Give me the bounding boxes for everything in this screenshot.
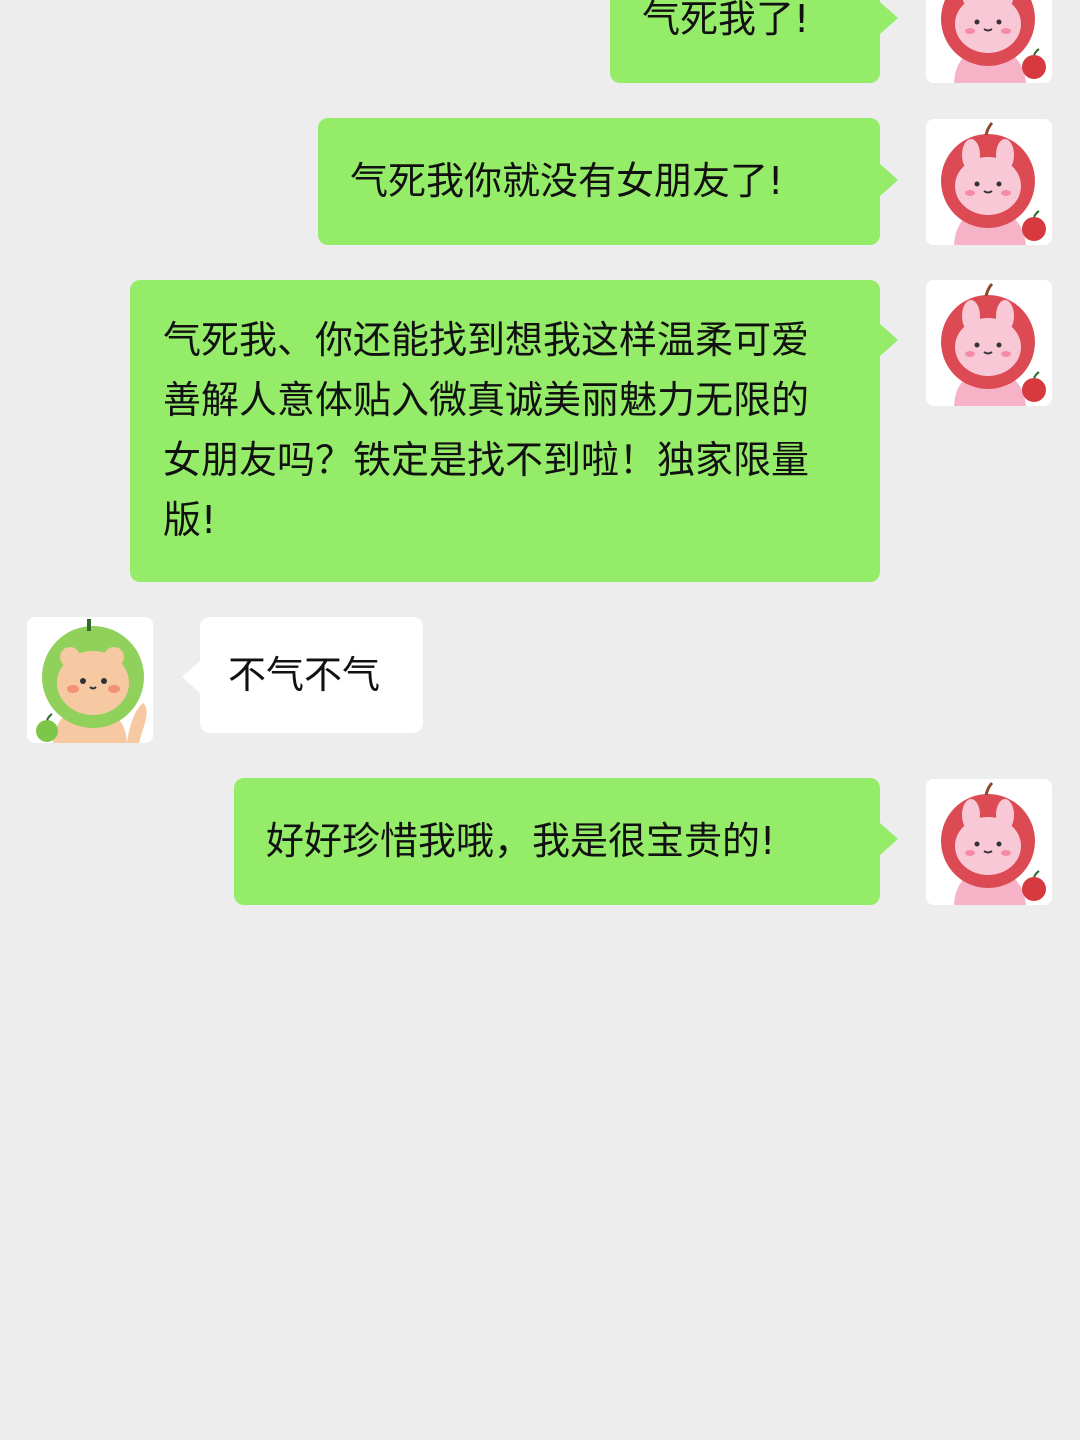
self-avatar[interactable]: [926, 119, 1052, 245]
message-text: 气死我你就没有女朋友了!: [350, 159, 784, 203]
bubble-tail: [880, 324, 898, 356]
pink-bunny-in-red-apple-icon: [926, 119, 1052, 245]
chat-message-list[interactable]: 气死我了! 气死我你就没有女朋友了! 气死我、你还能找到想我这样温柔可爱善解人意…: [0, 0, 1080, 1440]
message-text: 气死我、你还能找到想我这样温柔可爱善解人意体贴入微真诚美丽魅力无限的女朋友吗？铁…: [163, 318, 810, 542]
message-bubble[interactable]: 气死我了!: [610, 0, 880, 83]
pink-bunny-in-red-apple-icon: [926, 0, 1052, 83]
self-avatar[interactable]: [926, 779, 1052, 905]
message-text: 不气不气: [228, 653, 381, 697]
contact-avatar[interactable]: [27, 617, 153, 743]
pink-bunny-in-red-apple-icon: [926, 779, 1052, 905]
pink-bunny-in-red-apple-icon: [926, 280, 1052, 406]
bubble-tail: [182, 661, 200, 693]
self-avatar[interactable]: [926, 280, 1052, 406]
message-text: 好好珍惜我哦，我是很宝贵的!: [266, 819, 776, 863]
message-bubble[interactable]: 好好珍惜我哦，我是很宝贵的!: [234, 778, 880, 905]
message-bubble[interactable]: 气死我你就没有女朋友了!: [318, 118, 880, 245]
bubble-tail: [880, 823, 898, 855]
self-avatar[interactable]: [926, 0, 1052, 83]
orange-bear-in-green-apple-icon: [27, 617, 153, 743]
message-bubble[interactable]: 气死我、你还能找到想我这样温柔可爱善解人意体贴入微真诚美丽魅力无限的女朋友吗？铁…: [130, 280, 880, 582]
message-bubble[interactable]: 不气不气: [200, 617, 423, 733]
bubble-tail: [880, 164, 898, 196]
message-text: 气死我了!: [642, 0, 810, 41]
bubble-tail: [880, 2, 898, 34]
